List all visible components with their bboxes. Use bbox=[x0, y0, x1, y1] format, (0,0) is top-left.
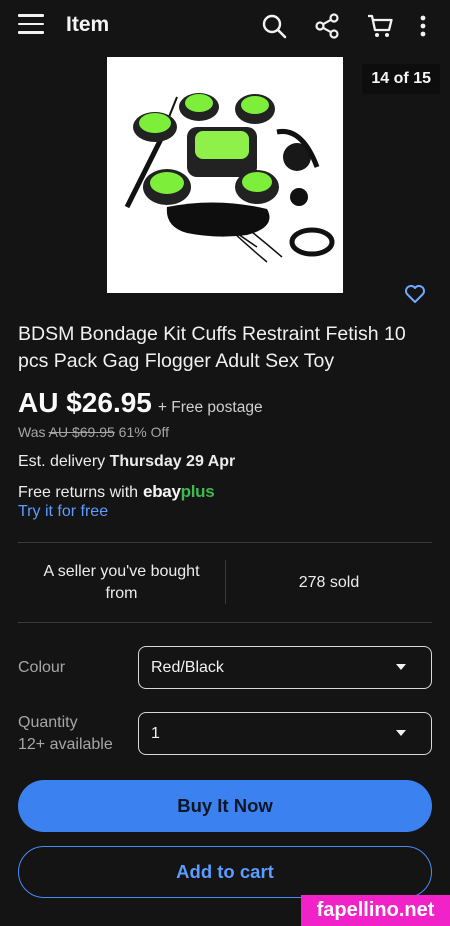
price-row: AU $26.95 + Free postage bbox=[18, 387, 263, 419]
seller-stats: A seller you've bought from 278 sold bbox=[18, 543, 432, 622]
postage-info: + Free postage bbox=[157, 399, 263, 416]
more-vertical-icon[interactable] bbox=[414, 12, 432, 40]
estimated-delivery: Est. delivery Thursday 29 Apr bbox=[18, 453, 235, 471]
was-label: Was bbox=[18, 424, 46, 440]
quantity-value: 1 bbox=[151, 724, 160, 742]
quantity-select[interactable]: 1 bbox=[138, 712, 432, 755]
delivery-prefix: Est. delivery bbox=[18, 453, 106, 470]
try-it-for-free-link[interactable]: Try it for free bbox=[18, 503, 108, 521]
chevron-down-icon bbox=[396, 730, 406, 736]
top-app-bar: Item bbox=[0, 0, 450, 52]
search-icon[interactable] bbox=[260, 12, 288, 40]
colour-select[interactable]: Red/Black bbox=[138, 646, 432, 689]
heart-outline-icon[interactable] bbox=[404, 284, 426, 304]
quantity-label: Quantity 12+ available bbox=[18, 712, 113, 756]
buy-it-now-button[interactable]: Buy It Now bbox=[18, 780, 432, 832]
watermark: fapellino.net bbox=[301, 895, 450, 926]
page-title: Item bbox=[66, 13, 110, 36]
quantity-available: 12+ available bbox=[18, 736, 113, 753]
colour-value: Red/Black bbox=[151, 658, 224, 676]
ebay-plus-logo: ebayplus bbox=[143, 482, 215, 501]
delivery-date: Thursday 29 Apr bbox=[109, 453, 236, 470]
divider bbox=[18, 622, 432, 623]
free-returns: Free returns with ebayplus bbox=[18, 482, 215, 502]
chevron-down-icon bbox=[396, 664, 406, 670]
discount-badge: 61% Off bbox=[118, 424, 169, 440]
image-gallery[interactable]: 14 of 15 bbox=[0, 52, 450, 307]
image-counter: 14 of 15 bbox=[362, 64, 440, 94]
sold-count: 278 sold bbox=[298, 573, 360, 591]
cart-icon[interactable] bbox=[366, 12, 394, 40]
share-icon[interactable] bbox=[313, 12, 341, 40]
seller-note: A seller you've bought from bbox=[43, 562, 200, 602]
colour-label: Colour bbox=[18, 659, 66, 676]
add-to-cart-button[interactable]: Add to cart bbox=[18, 846, 432, 898]
product-title: BDSM Bondage Kit Cuffs Restraint Fetish … bbox=[18, 323, 406, 372]
price: AU $26.95 bbox=[18, 387, 152, 418]
product-photo[interactable] bbox=[107, 57, 343, 293]
was-price: AU $69.95 bbox=[48, 424, 115, 440]
original-price-row: Was AU $69.95 61% Off bbox=[18, 424, 169, 440]
menu-icon[interactable] bbox=[18, 14, 44, 36]
returns-text: Free returns with bbox=[18, 484, 139, 501]
